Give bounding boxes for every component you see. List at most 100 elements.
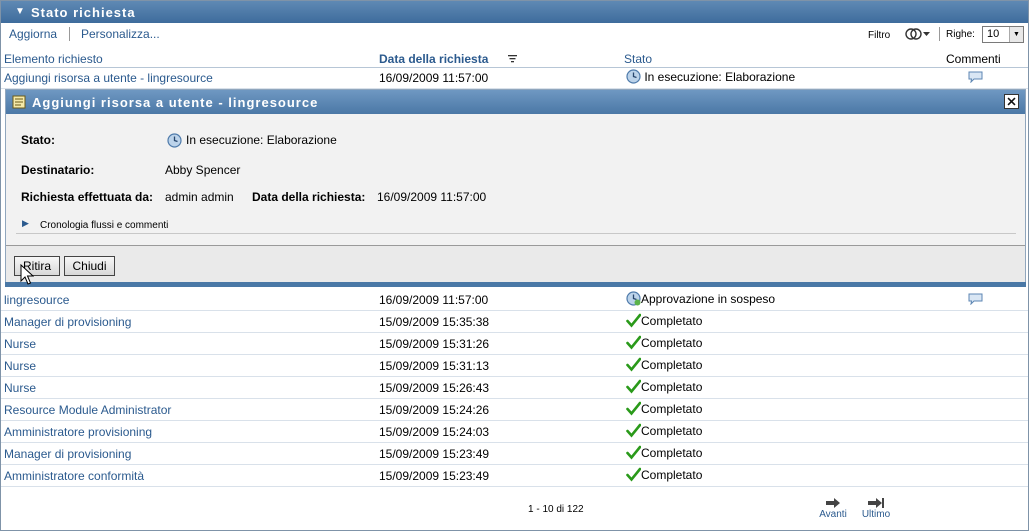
item-link[interactable]: Nurse [4, 359, 36, 373]
table-row[interactable]: Amministratore conformità 15/09/2009 15:2… [1, 465, 1028, 487]
status-value: In esecuzione: Elaborazione [186, 133, 337, 147]
check-icon [626, 424, 641, 438]
column-header-item[interactable]: Elemento richiesto [4, 52, 103, 66]
rows-per-page-select[interactable]: 10 ▼ [982, 26, 1024, 43]
next-page-button[interactable]: Avanti [814, 497, 852, 520]
next-page-label[interactable]: Avanti [819, 509, 847, 520]
check-icon [626, 314, 641, 328]
clock-pending-icon [626, 291, 641, 306]
status-text: Completato [641, 467, 703, 482]
clock-running-icon [626, 69, 641, 84]
request-detail-panel: Aggiungi risorsa a utente - lingresource… [5, 89, 1026, 284]
item-link[interactable]: Amministratore conformità [4, 469, 144, 483]
status-text: Completato [641, 423, 703, 438]
request-date-label: Data della richiesta: [252, 190, 366, 204]
request-date: 16/09/2009 11:57:00 [379, 293, 489, 307]
check-icon [626, 380, 641, 394]
table-row[interactable]: Nurse 15/09/2009 15:26:43 Completato [1, 377, 1028, 399]
request-status-panel: ▼ Stato richiesta Aggiorna Personalizza.… [0, 0, 1029, 531]
request-date: 15/09/2009 15:23:49 [379, 469, 490, 483]
request-date: 15/09/2009 15:23:49 [379, 447, 490, 461]
column-header-comments: Commenti [946, 52, 1001, 66]
item-link[interactable]: Resource Module Administrator [4, 403, 171, 417]
request-date: 15/09/2009 15:24:03 [379, 425, 490, 439]
close-icon[interactable] [1004, 94, 1019, 109]
chevron-down-icon[interactable]: ▼ [1009, 27, 1023, 42]
arrow-right-icon[interactable] [825, 497, 841, 509]
filter-icon[interactable] [904, 27, 932, 41]
status-text: Completato [641, 357, 703, 372]
rows-label: Righe: [946, 29, 975, 40]
request-date-value: 16/09/2009 11:57:00 [377, 190, 487, 204]
table-row[interactable]: Resource Module Administrator 15/09/2009 … [1, 399, 1028, 421]
mouse-cursor-icon [20, 264, 34, 285]
item-link[interactable]: Nurse [4, 337, 36, 351]
item-link[interactable]: Aggiungi risorsa a utente - lingresource [4, 71, 213, 85]
toolbar-divider [939, 27, 940, 41]
detail-bottom-divider [5, 282, 1026, 287]
refresh-button[interactable]: Aggiorna [9, 27, 57, 41]
arrow-last-icon[interactable] [867, 497, 885, 509]
sort-icon[interactable] [508, 55, 517, 63]
recipient-value: Abby Spencer [165, 163, 241, 177]
status-text: In esecuzione: Elaborazione [644, 69, 796, 84]
request-date: 15/09/2009 15:35:38 [379, 315, 490, 329]
detail-button-bar: Ritira Chiudi [6, 245, 1025, 283]
table-row[interactable]: Nurse 15/09/2009 15:31:13 Completato [1, 355, 1028, 377]
filter-label: Filtro [868, 30, 891, 41]
close-button[interactable]: Chiudi [64, 256, 115, 276]
status-text: Approvazione in sospeso [641, 291, 776, 306]
comment-icon[interactable] [968, 71, 983, 83]
detail-titlebar: Aggiungi risorsa a utente - lingresource [6, 90, 1025, 114]
item-link[interactable]: lingresource [4, 293, 69, 307]
item-link[interactable]: Amministratore provisioning [4, 425, 152, 439]
panel-titlebar[interactable]: ▼ Stato richiesta [1, 1, 1028, 23]
collapse-triangle-icon[interactable]: ▼ [15, 6, 26, 17]
table-row[interactable]: lingresource 16/09/2009 11:57:00 Approvazi… [1, 289, 1028, 311]
check-icon [626, 402, 641, 416]
request-date: 15/09/2009 15:31:26 [379, 337, 490, 351]
detail-title: Aggiungi risorsa a utente - lingresource [32, 95, 319, 110]
table-row[interactable]: Manager di provisioning 15/09/2009 15:23:… [1, 443, 1028, 465]
rows-per-page-value: 10 [987, 28, 1000, 40]
clock-running-icon [167, 133, 182, 148]
last-page-label[interactable]: Ultimo [862, 509, 890, 520]
expand-triangle-icon[interactable]: ▶ [22, 218, 29, 229]
status-text: Completato [641, 335, 703, 350]
request-date: 15/09/2009 15:31:13 [379, 359, 490, 373]
item-link[interactable]: Nurse [4, 381, 36, 395]
column-header-date[interactable]: Data della richiesta [379, 52, 488, 66]
last-page-button[interactable]: Ultimo [857, 497, 895, 520]
requested-by-value: admin admin [165, 190, 234, 204]
table-row[interactable]: Manager di provisioning 15/09/2009 15:35:… [1, 311, 1028, 333]
table-row[interactable]: Aggiungi risorsa a utente - lingresource… [1, 68, 1028, 89]
status-text: Completato [641, 313, 703, 328]
history-section-toggle[interactable]: ▶ Cronologia flussi e commenti [16, 216, 1016, 234]
comment-icon[interactable] [968, 293, 983, 305]
toolbar: Aggiorna Personalizza... Filtro Righe: 1… [1, 23, 1028, 47]
status-label: Stato: [21, 133, 55, 147]
request-date: 15/09/2009 15:24:26 [379, 403, 490, 417]
check-icon [626, 446, 641, 460]
panel-title: Stato richiesta [31, 5, 136, 20]
check-icon [626, 336, 641, 350]
customize-button[interactable]: Personalizza... [81, 27, 160, 41]
document-icon [12, 95, 26, 109]
check-icon [626, 358, 641, 372]
toolbar-divider [69, 27, 70, 41]
item-link[interactable]: Manager di provisioning [4, 447, 131, 461]
status-text: Completato [641, 379, 703, 394]
status-text: Completato [641, 445, 703, 460]
status-text: Completato [641, 401, 703, 416]
history-label[interactable]: Cronologia flussi e commenti [40, 220, 168, 231]
request-date: 16/09/2009 11:57:00 [379, 71, 489, 85]
table-row[interactable]: Amministratore provisioning 15/09/2009 15… [1, 421, 1028, 443]
item-link[interactable]: Manager di provisioning [4, 315, 131, 329]
requested-by-label: Richiesta effettuata da: [21, 190, 154, 204]
column-header-status[interactable]: Stato [624, 52, 652, 66]
check-icon [626, 468, 641, 482]
pagination-summary: 1 - 10 di 122 [528, 504, 584, 515]
table-row[interactable]: Nurse 15/09/2009 15:31:26 Completato [1, 333, 1028, 355]
request-date: 15/09/2009 15:26:43 [379, 381, 490, 395]
recipient-label: Destinatario: [21, 163, 95, 177]
